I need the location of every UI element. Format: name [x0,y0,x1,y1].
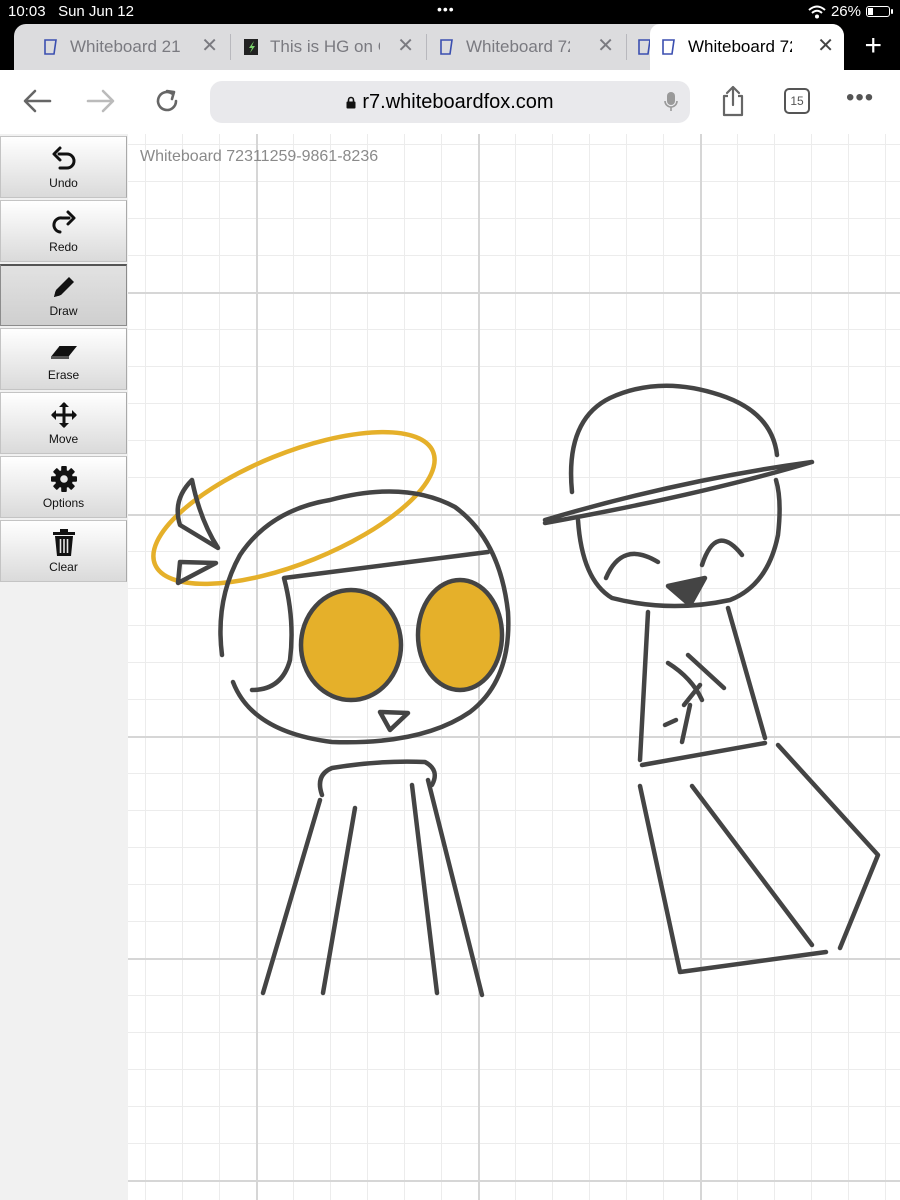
tab-whiteboard-72-active[interactable]: Whiteboard 72 ✕ [650,24,844,70]
eye-left [298,587,404,703]
gear-icon [50,465,78,493]
tool-panel: Undo Redo Draw Erase Move Options Clear [0,134,128,1200]
reload-button[interactable] [150,84,184,118]
options-label: Options [42,495,85,510]
redo-label: Redo [49,239,78,254]
hat-crown-stroke [568,383,780,495]
whiteboard-page-icon [44,39,58,55]
shirt-mark [662,652,727,745]
mouth-stroke [665,575,708,608]
undo-icon [50,145,78,173]
tab-count-button[interactable]: 15 [784,88,810,114]
body-line [320,805,358,996]
close-tab-icon[interactable]: ✕ [397,36,414,56]
tab-whiteboard-21[interactable]: Whiteboard 21 ✕ [32,24,228,70]
multitasking-dots-icon[interactable]: ••• [437,1,455,17]
move-button[interactable]: Move [0,392,127,454]
browser-toolbar: r7.whiteboardfox.com 15 ••• [0,70,900,135]
drawing-strokes [151,383,881,998]
eye-right [415,577,505,693]
pencil-icon [50,273,78,301]
undo-button[interactable]: Undo [0,136,127,198]
redo-button[interactable]: Redo [0,200,127,262]
shirt-line [639,740,768,768]
draw-label: Draw [49,304,78,318]
whiteboard-page-icon [638,39,650,55]
reload-icon [156,89,178,112]
status-time: 10:03 Sun Jun 12 [8,3,134,20]
options-button[interactable]: Options [0,456,127,518]
battery-percent: 26% [830,3,861,20]
trash-icon [52,528,76,557]
tab-whiteboard-72-a[interactable]: Whiteboard 72 ✕ [428,24,624,70]
neck-line [725,605,768,741]
move-label: Move [48,431,79,446]
eye-closed-stroke [603,551,661,581]
close-tab-icon[interactable]: ✕ [201,36,218,56]
tab-label: This is HG on G [270,37,380,56]
neck-line [637,609,651,763]
status-bar: 10:03 Sun Jun 12 ••• 26% [0,0,900,24]
skirt-line [689,783,815,948]
lock-icon [346,96,356,109]
horn-stroke [175,559,219,586]
whiteboard-page-icon [662,39,676,55]
url-text: r7.whiteboardfox.com [362,90,554,113]
battery-icon [866,6,893,17]
eye-closed-stroke [699,538,745,568]
lightning-icon [244,39,258,55]
skirt-line [637,783,829,975]
redo-icon [50,209,78,237]
tab-label: Whiteboard 72 [688,37,792,56]
address-bar[interactable]: r7.whiteboardfox.com [210,81,690,123]
microphone-icon[interactable] [664,91,678,119]
eraser-icon [49,337,79,365]
body-line [425,777,485,998]
tab-divider [426,34,427,60]
tab-label: Whiteboard 72 [466,37,570,56]
whiteboard-canvas[interactable]: Whiteboard 72311259-9861-8236 [128,134,900,1200]
hat-brim-stroke [542,459,815,526]
back-arrow-icon [23,89,52,113]
close-tab-icon[interactable]: ✕ [597,36,614,56]
tab-bar: Whiteboard 21 ✕ This is HG on G ✕ Whiteb… [0,24,900,70]
draw-button[interactable]: Draw [0,264,127,326]
tab-strip: Whiteboard 21 ✕ This is HG on G ✕ Whiteb… [14,24,844,70]
new-tab-icon[interactable]: + [864,31,882,61]
erase-button[interactable]: Erase [0,328,127,390]
clear-button[interactable]: Clear [0,520,127,582]
nose-stroke [377,709,411,733]
tab-collapsed[interactable] [626,24,650,70]
more-options-icon[interactable]: ••• [846,86,874,110]
body-line [260,797,323,996]
close-tab-icon[interactable]: ✕ [817,36,834,56]
share-icon [722,85,744,117]
erase-label: Erase [47,367,80,382]
forward-arrow-icon [86,89,115,113]
wifi-icon [808,5,826,18]
tab-divider [230,34,231,60]
forward-button[interactable] [84,84,118,118]
whiteboard-page-icon [440,39,454,55]
share-button[interactable] [716,84,750,118]
tab-hg[interactable]: This is HG on G ✕ [232,24,424,70]
tab-label: Whiteboard 21 [70,37,181,56]
collar-stroke [317,759,438,798]
move-icon [49,401,79,429]
undo-label: Undo [49,175,78,190]
body-line [409,782,440,996]
clear-label: Clear [49,559,78,574]
status-right: 26% [808,3,893,20]
back-button[interactable] [20,84,54,118]
